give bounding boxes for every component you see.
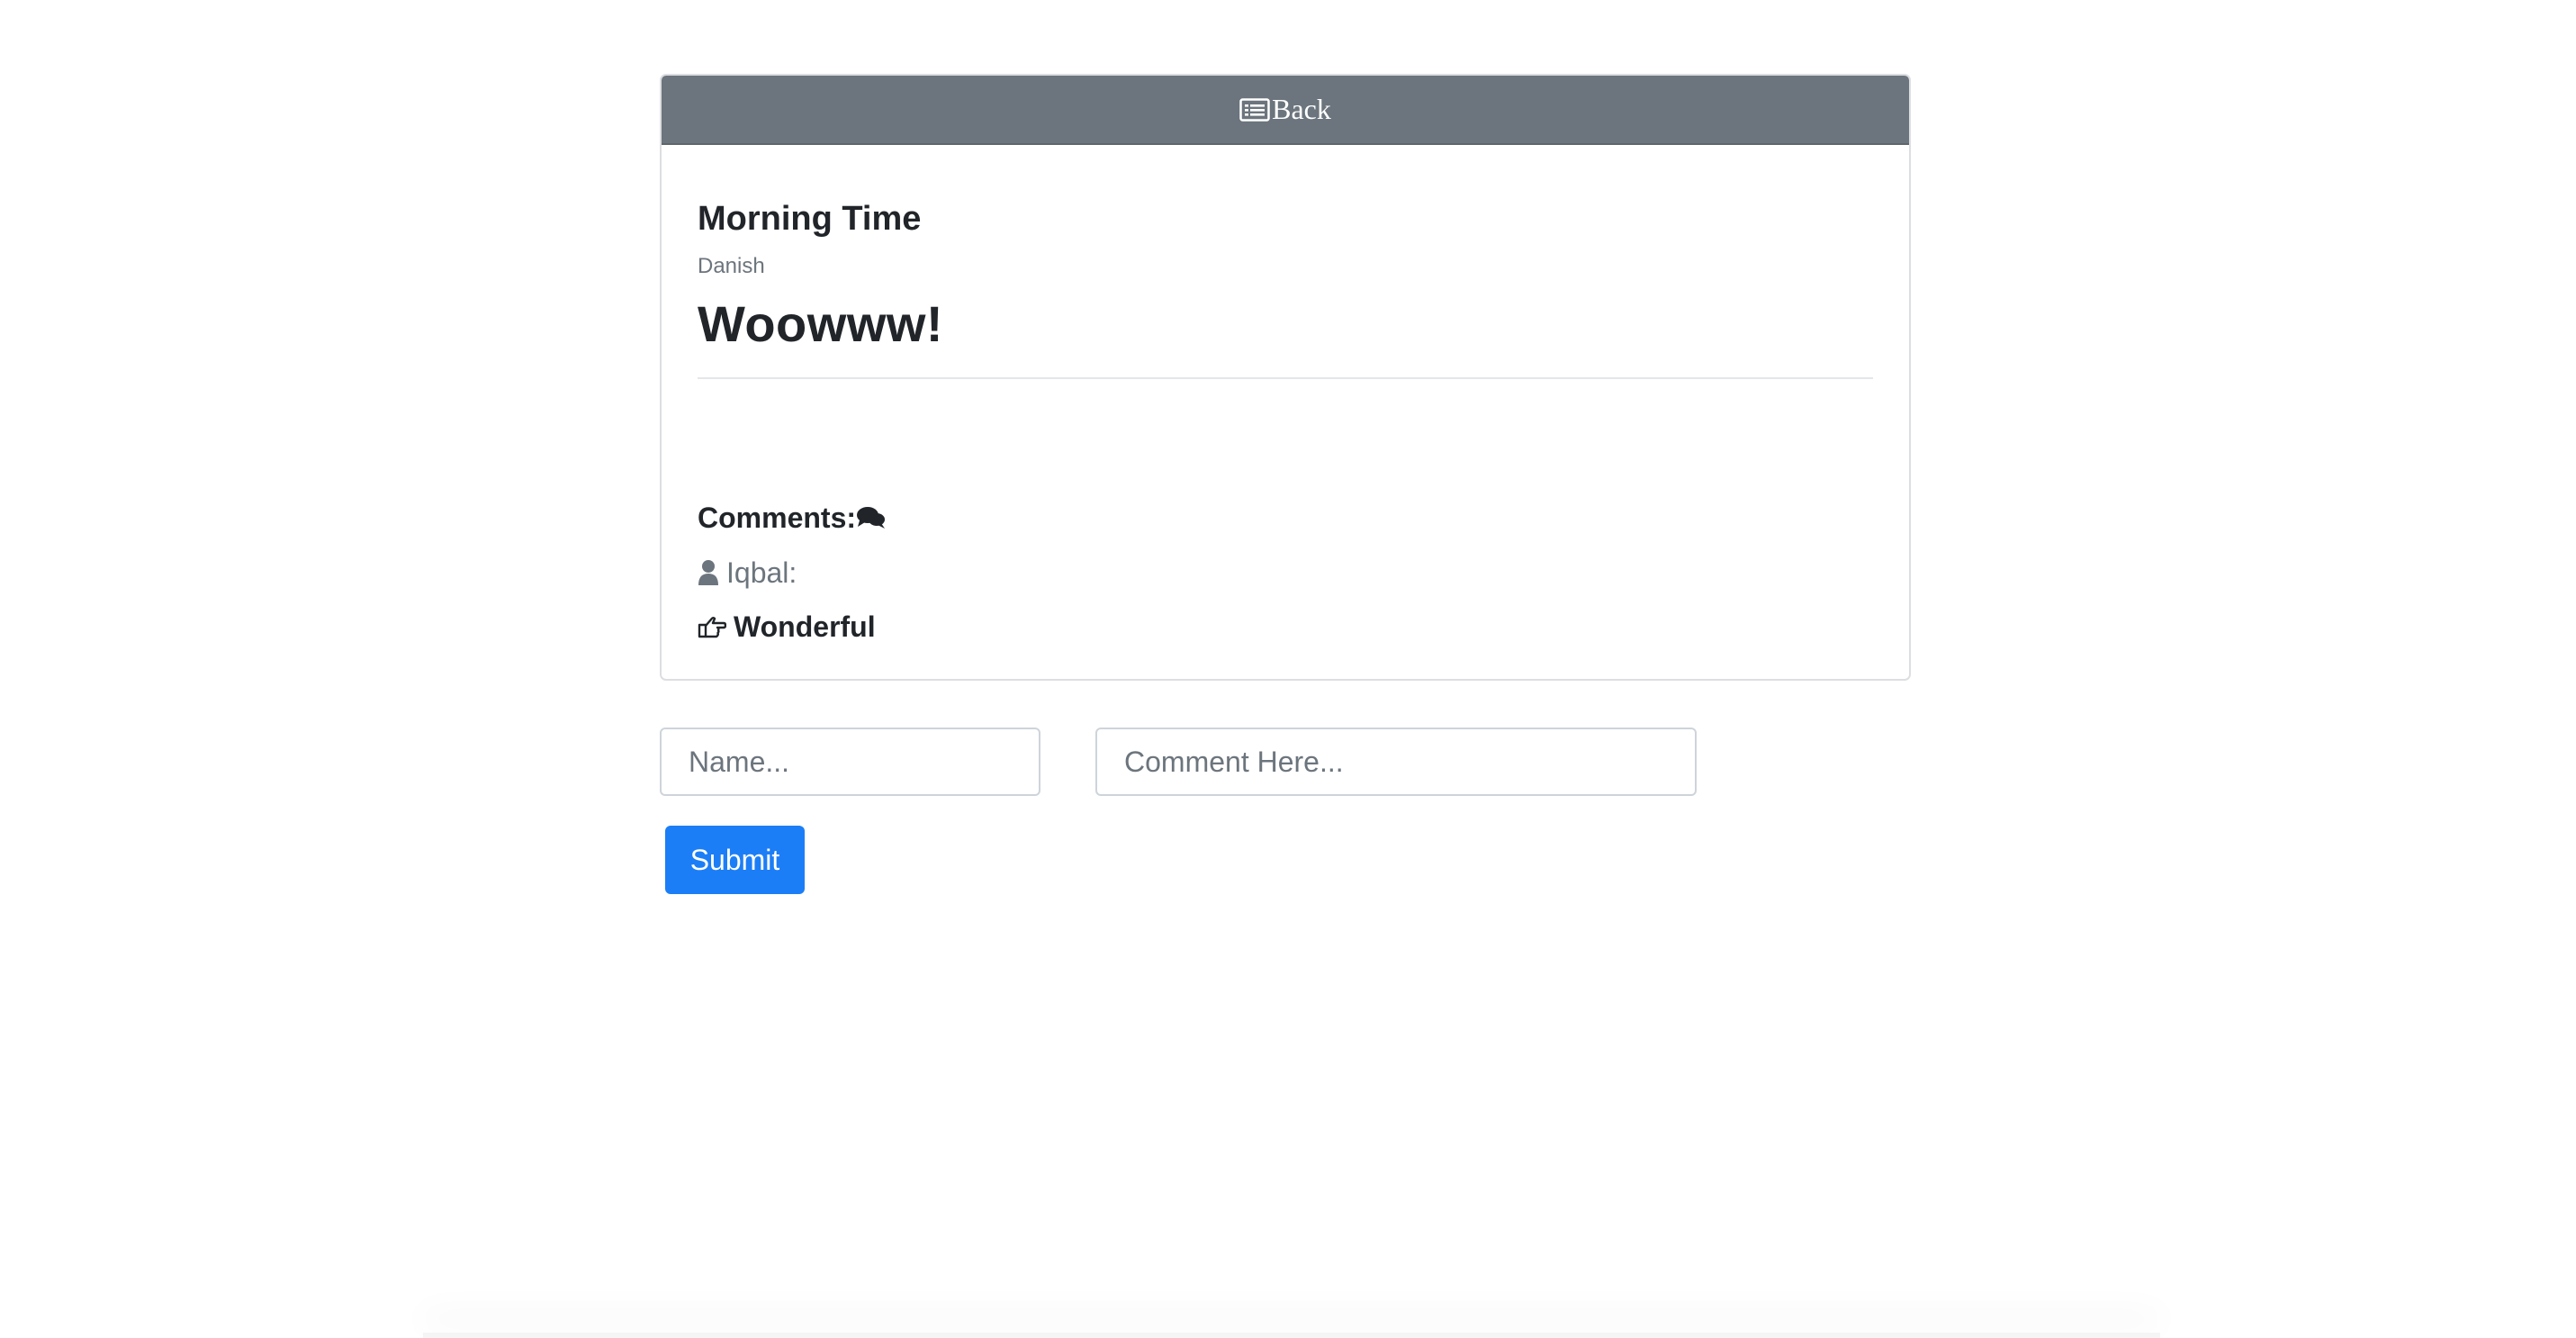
post-author: Danish: [698, 254, 765, 278]
comment-text-body: Wonderful: [734, 610, 876, 643]
post-content: Woowww!: [698, 295, 944, 352]
user-icon: [698, 559, 719, 586]
comment-user: Iqbal:: [698, 558, 797, 587]
post-title: Morning Time: [698, 200, 922, 238]
post-card: Back Morning Time Danish Woowww! Comment…: [660, 74, 1911, 681]
submit-button[interactable]: Submit: [665, 826, 805, 894]
list-alt-icon: [1239, 97, 1272, 122]
comments-heading: Comments:: [698, 503, 887, 532]
back-label: Back: [1272, 93, 1331, 125]
name-input[interactable]: [660, 728, 1040, 796]
comments-icon: [856, 505, 887, 530]
hand-point-right-icon: [698, 614, 726, 639]
comments-heading-label: Comments:: [698, 502, 857, 534]
card-header: Back: [662, 76, 1909, 145]
back-link[interactable]: Back: [1239, 93, 1331, 126]
page: Back Morning Time Danish Woowww! Comment…: [0, 0, 2576, 1338]
comment-user-name: Iqbal:: [726, 556, 797, 589]
divider: [698, 377, 1873, 379]
bottom-shadow: [423, 1333, 2160, 1338]
comment-input[interactable]: [1095, 728, 1697, 796]
comment-text: Wonderful: [698, 612, 876, 641]
